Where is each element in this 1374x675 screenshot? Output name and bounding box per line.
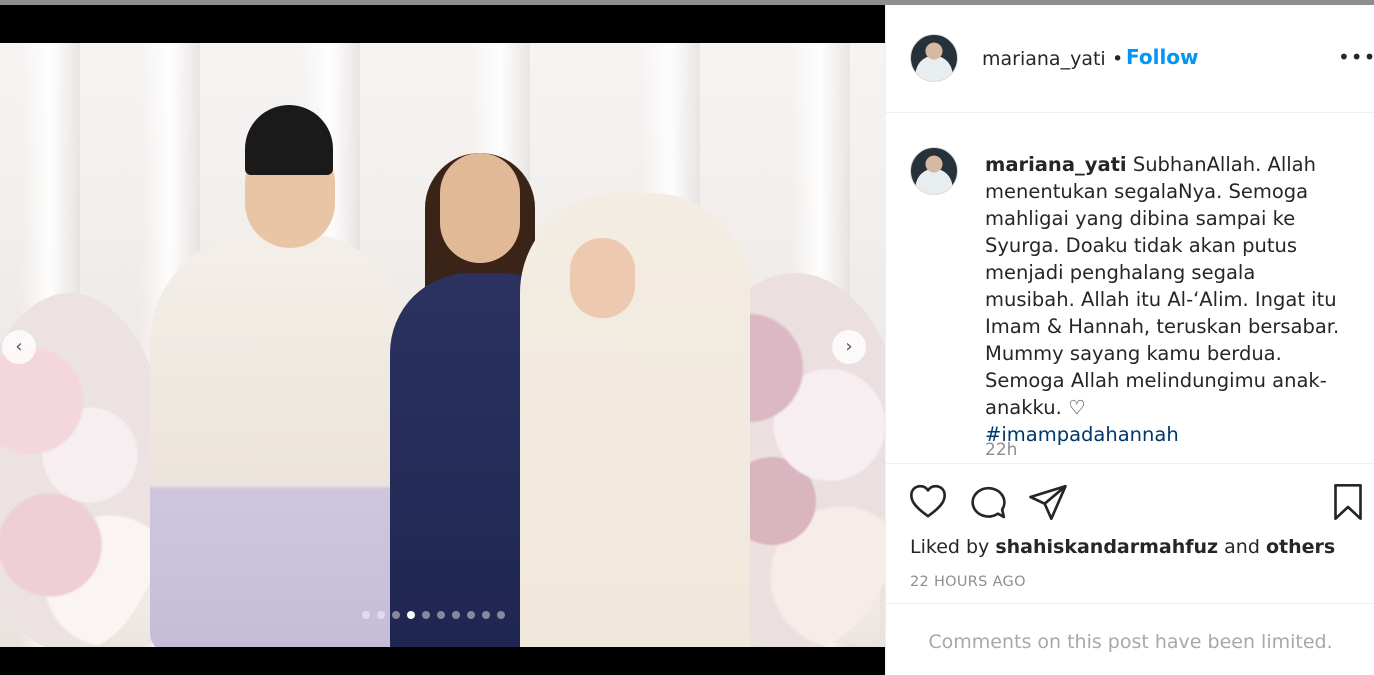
bookmark-icon[interactable]	[1328, 482, 1368, 522]
post-photo	[0, 43, 885, 647]
post-age[interactable]: 22 HOURS AGO	[910, 574, 1026, 590]
caption-text: SubhanAllah. Allah menentukan segalaNya.…	[985, 153, 1340, 419]
carousel-prev-button[interactable]: ‹	[2, 330, 36, 364]
comments-limited-notice: Comments on this post have been limited.	[886, 603, 1374, 675]
post-header: mariana_yati • Follow •••	[886, 5, 1374, 113]
carousel-dot	[482, 611, 490, 619]
caption-avatar[interactable]	[910, 147, 958, 195]
follow-button[interactable]: Follow	[1126, 45, 1199, 69]
more-options-icon[interactable]: •••	[1338, 45, 1374, 69]
carousel-dot	[452, 611, 460, 619]
post-actions: Liked by shahiskandarmahfuz and others 2…	[886, 463, 1374, 603]
liked-by-others-link[interactable]: others	[1266, 536, 1335, 558]
carousel-dot	[437, 611, 445, 619]
avatar[interactable]	[910, 34, 958, 82]
heart-icon[interactable]	[908, 482, 948, 522]
header-username-link[interactable]: mariana_yati	[982, 48, 1106, 70]
groom-figure	[150, 233, 410, 647]
liked-by-user-link[interactable]: shahiskandarmahfuz	[995, 536, 1218, 558]
carousel-dot	[392, 611, 400, 619]
carousel-next-button[interactable]: ›	[832, 330, 866, 364]
bride-figure	[520, 193, 750, 647]
bride-face	[570, 238, 635, 318]
caption-username-link[interactable]: mariana_yati	[985, 153, 1127, 176]
carousel-dot	[377, 611, 385, 619]
caption-section: mariana_yati SubhanAllah. Allah menentuk…	[886, 113, 1374, 463]
liked-by-prefix: Liked by	[910, 536, 996, 558]
carousel-dot	[467, 611, 475, 619]
carousel-dot	[422, 611, 430, 619]
liked-by-line: Liked by shahiskandarmahfuz and others	[910, 536, 1335, 558]
separator-bullet: •	[1112, 48, 1124, 70]
caption-timestamp[interactable]: 22h	[985, 440, 1017, 460]
chevron-left-icon: ‹	[15, 336, 23, 357]
carousel-dot	[497, 611, 505, 619]
post-media: ‹ ›	[0, 5, 885, 675]
carousel-indicator	[362, 611, 505, 619]
hashtag-link[interactable]: #imampadahannah	[985, 421, 1345, 448]
comment-icon[interactable]	[968, 482, 1008, 522]
liked-by-and: and	[1218, 536, 1266, 558]
chevron-right-icon: ›	[845, 336, 853, 357]
woman-face	[440, 153, 520, 263]
carousel-dot	[362, 611, 370, 619]
share-icon[interactable]	[1028, 482, 1068, 522]
carousel-dot-active	[407, 611, 415, 619]
post-side-panel: mariana_yati • Follow ••• mariana_yati S…	[885, 5, 1374, 675]
caption: mariana_yati SubhanAllah. Allah menentuk…	[985, 151, 1345, 448]
